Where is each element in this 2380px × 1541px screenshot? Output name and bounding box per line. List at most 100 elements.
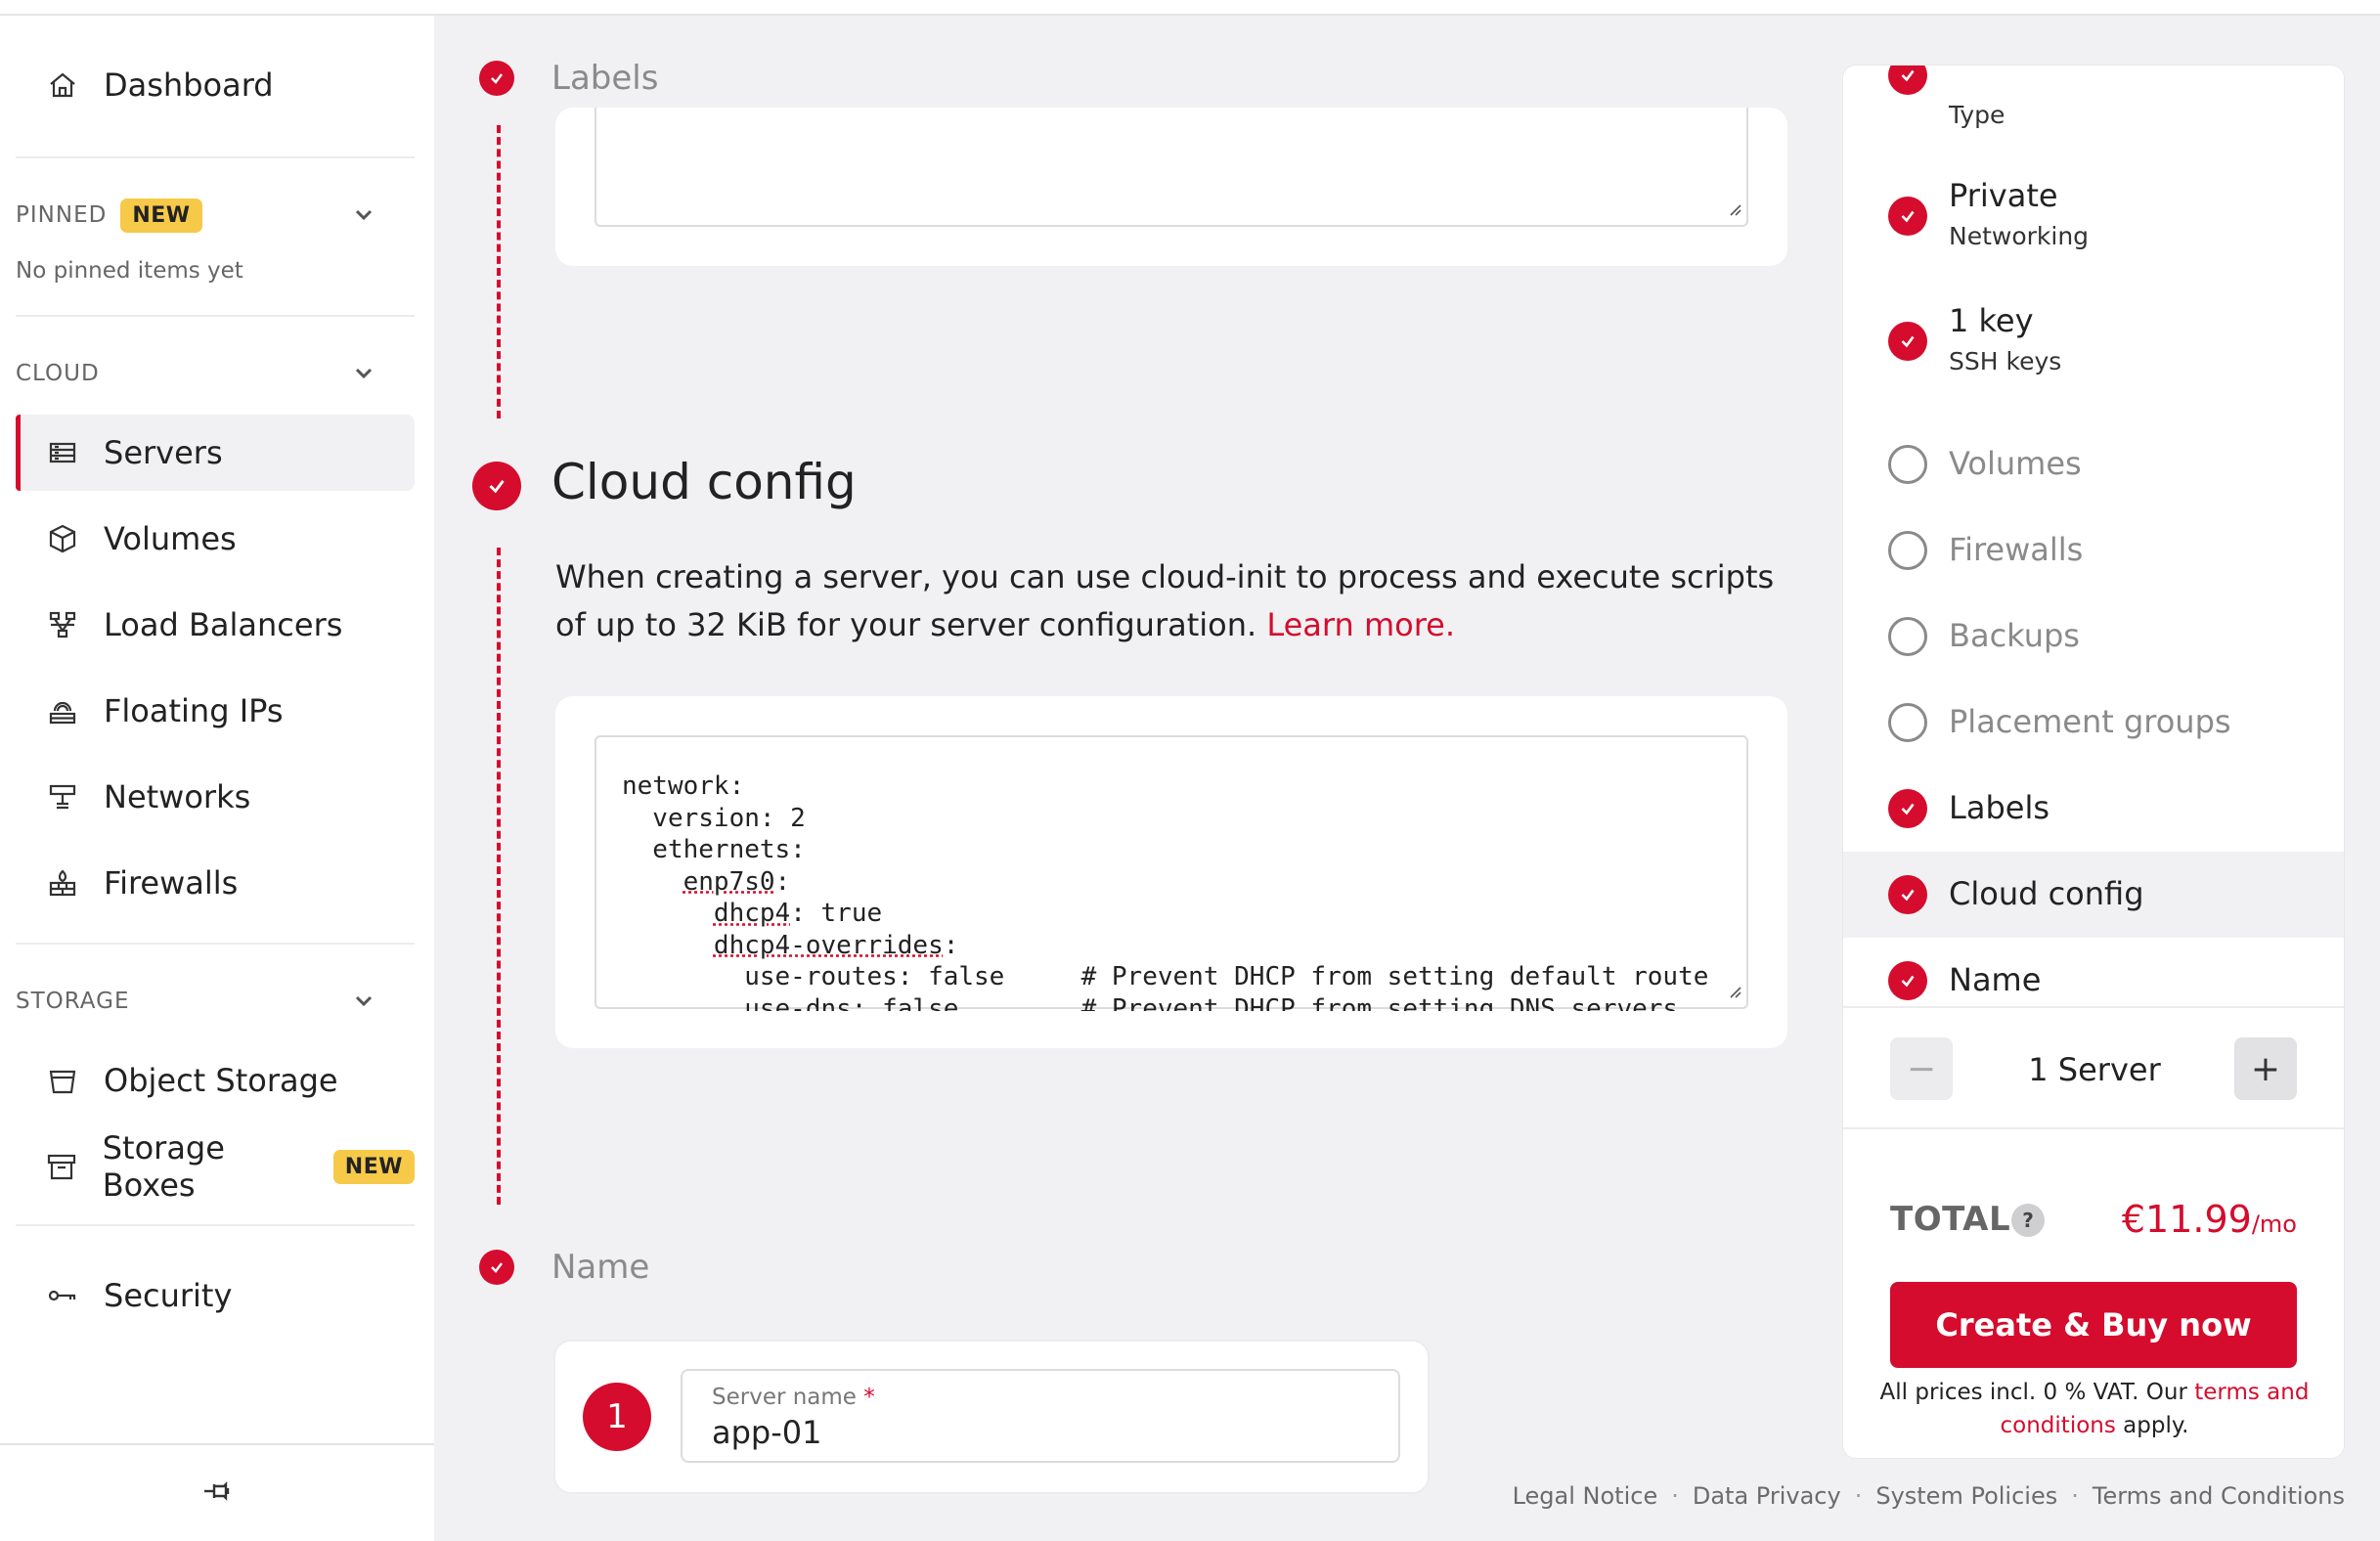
cloud-config-step-title: Cloud config (551, 454, 857, 510)
new-badge: NEW (332, 1149, 415, 1184)
terms-conditions-link[interactable]: Terms and Conditions (2093, 1482, 2345, 1510)
summary-item-cloud-config[interactable]: Cloud config (1843, 852, 2344, 938)
check-icon (1888, 66, 1927, 95)
divider (16, 315, 415, 317)
labels-card (555, 108, 1787, 266)
sidebar-item-servers[interactable]: Servers (16, 415, 415, 491)
sidebar-item-firewalls[interactable]: Firewalls (16, 845, 415, 921)
summary-item-type[interactable]: Type (1843, 66, 2344, 144)
summary-item-volumes[interactable]: Volumes (1843, 421, 2344, 507)
storage-section-header[interactable]: STORAGE (16, 982, 377, 1021)
server-index-badge: 1 (583, 1383, 651, 1451)
server-name-value[interactable]: app-01 (712, 1414, 822, 1451)
sidebar-item-volumes[interactable]: Volumes (16, 501, 415, 577)
sidebar-item-label: Networks (104, 778, 251, 815)
summary-item-private-networking[interactable]: Private Networking (1843, 163, 2344, 271)
check-icon (1888, 961, 1927, 1000)
section-label: PINNED (16, 202, 108, 228)
step-connector-line (497, 125, 501, 418)
divider (16, 943, 415, 945)
step-complete-check-icon (472, 462, 521, 510)
archive-box-icon (45, 1149, 79, 1184)
code-line: use-dns: false # Prevent DHCP from setti… (622, 993, 1679, 1012)
floating-ip-icon (45, 693, 80, 728)
firewall-icon (45, 865, 80, 901)
help-icon[interactable]: ? (2011, 1204, 2045, 1237)
resize-handle-icon[interactable] (1727, 201, 1742, 221)
chevron-down-icon[interactable] (350, 201, 377, 235)
step-connector-line (497, 548, 501, 1205)
code-text: : (943, 930, 959, 960)
code-line: dhcp4-overrides: (622, 930, 1727, 962)
label-text: Server name (712, 1385, 857, 1410)
summary-item-placement-groups[interactable]: Placement groups (1843, 680, 2344, 766)
separator: · (1671, 1482, 1679, 1510)
sidebar-item-label: Load Balancers (104, 606, 343, 643)
data-privacy-link[interactable]: Data Privacy (1693, 1482, 1841, 1510)
summary-label: Labels (1949, 789, 2049, 826)
summary-item-firewalls[interactable]: Firewalls (1843, 507, 2344, 594)
legal-notice-link[interactable]: Legal Notice (1513, 1482, 1658, 1510)
server-name-field[interactable]: Server name * app-01 (681, 1369, 1400, 1463)
total-label: TOTAL (1890, 1200, 2011, 1239)
sidebar-item-object-storage[interactable]: Object Storage (16, 1042, 415, 1119)
divider (16, 1224, 415, 1226)
chevron-down-icon[interactable] (350, 360, 377, 393)
summary-item-backups[interactable]: Backups (1843, 594, 2344, 680)
step-complete-check-icon (479, 1250, 514, 1285)
labels-textarea[interactable] (595, 108, 1748, 227)
summary-label: Backups (1949, 617, 2080, 654)
cloud-section-header[interactable]: CLOUD (16, 354, 377, 393)
sidebar-item-load-balancers[interactable]: Load Balancers (16, 587, 415, 663)
section-label: STORAGE (16, 989, 130, 1014)
order-summary-panel: Type Private Networking 1 key SSH keys V… (1842, 65, 2345, 1459)
empty-circle-icon (1888, 531, 1927, 570)
cloud-config-code: network: version: 2 ethernets: enp7s0: d… (622, 770, 1727, 1011)
pinned-empty-text: No pinned items yet (16, 258, 243, 284)
sidebar-item-label: Object Storage (104, 1062, 338, 1099)
description-text: When creating a server, you can use clou… (555, 558, 1775, 643)
labels-step-title: Labels (551, 59, 659, 98)
empty-circle-icon (1888, 617, 1927, 656)
summary-label: 1 key (1949, 302, 2034, 339)
check-icon (1888, 875, 1927, 914)
system-policies-link[interactable]: System Policies (1875, 1482, 2057, 1510)
sidebar-item-dashboard[interactable]: Dashboard (16, 47, 415, 123)
increase-button[interactable]: + (2234, 1037, 2297, 1100)
summary-sub-label: Type (1949, 101, 2005, 129)
pinned-section-header[interactable]: PINNED NEW (16, 196, 377, 235)
sidebar-item-label: Dashboard (104, 66, 274, 104)
check-icon (1888, 322, 1927, 361)
sidebar-item-security[interactable]: Security (16, 1257, 415, 1334)
load-balancer-icon (45, 607, 80, 642)
footer-links: Legal Notice · Data Privacy · System Pol… (1513, 1482, 2345, 1510)
sidebar-item-label: Firewalls (104, 864, 239, 902)
check-icon (1888, 197, 1927, 236)
sidebar-item-label: Storage Boxes (102, 1129, 225, 1204)
learn-more-link[interactable]: Learn more. (1266, 606, 1455, 643)
price-unit: /mo (2251, 1211, 2297, 1238)
code-line: network: (622, 771, 745, 801)
summary-sub-label: SSH keys (1949, 347, 2062, 375)
summary-item-ssh-keys[interactable]: 1 key SSH keys (1843, 288, 2344, 396)
sidebar-item-networks[interactable]: Networks (16, 759, 415, 835)
network-icon (45, 779, 80, 815)
required-marker: * (863, 1385, 875, 1410)
price-value: €11.99 (2121, 1198, 2252, 1241)
sidebar-item-storage-boxes[interactable]: Storage Boxes NEW (16, 1128, 415, 1205)
sidebar-item-floating-ips[interactable]: Floating IPs (16, 673, 415, 749)
resize-handle-icon[interactable] (1727, 984, 1742, 1003)
pin-icon[interactable] (200, 1475, 234, 1512)
summary-item-labels[interactable]: Labels (1843, 766, 2344, 852)
chevron-down-icon[interactable] (350, 988, 377, 1021)
summary-sub-label: Networking (1949, 222, 2090, 250)
step-complete-check-icon (479, 61, 514, 96)
create-buy-button[interactable]: Create & Buy now (1890, 1282, 2297, 1368)
vat-text: All prices incl. 0 % VAT. Our (1879, 1380, 2187, 1405)
summary-label: Name (1949, 961, 2042, 998)
sidebar-item-label: Security (104, 1277, 233, 1314)
divider (16, 156, 415, 158)
